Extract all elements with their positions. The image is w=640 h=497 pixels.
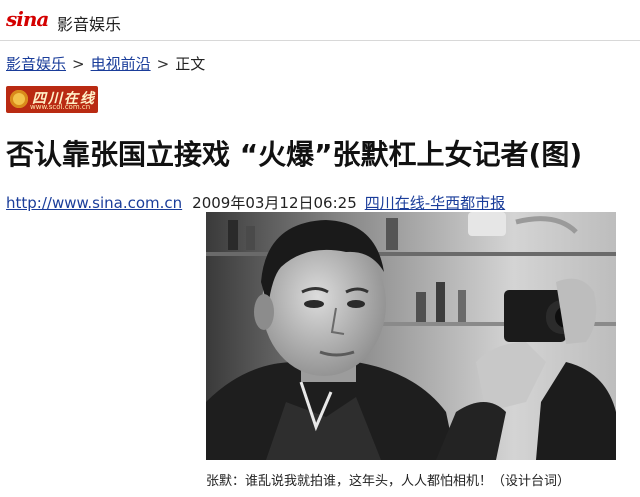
breadcrumb-link-tv[interactable]: 电视前沿 <box>91 55 151 73</box>
source-name-link[interactable]: 四川在线-华西都市报 <box>365 194 505 212</box>
breadcrumb-separator: > <box>156 55 170 73</box>
article-photo <box>206 212 616 460</box>
channel-title[interactable]: 影音娱乐 <box>57 11 121 35</box>
breadcrumb-current: 正文 <box>175 55 206 73</box>
photo-illustration <box>206 212 616 460</box>
sina-logo[interactable]: sina <box>6 7 49 31</box>
site-header: sina 影音娱乐 <box>0 0 640 44</box>
photo-caption: 张默：谁乱说我就拍谁，这年头，人人都怕相机！（设计台词） <box>206 474 571 489</box>
scol-logo-url: www.scol.com.cn <box>30 103 91 111</box>
breadcrumb: 影音娱乐 > 电视前沿 > 正文 <box>6 53 205 74</box>
breadcrumb-separator: > <box>72 55 85 73</box>
article-headline: 否认靠张国立接戏 “火爆”张默杠上女记者(图) <box>6 138 583 171</box>
article-meta: http://www.sina.com.cn 2009年03月12日06:25 四川… <box>6 192 505 213</box>
header-divider <box>0 40 640 41</box>
source-url-link[interactable]: http://www.sina.com.cn <box>6 194 182 212</box>
scol-emblem-icon <box>10 90 28 108</box>
scol-logo[interactable]: 四川在线 www.scol.com.cn <box>6 86 98 113</box>
breadcrumb-link-entertainment[interactable]: 影音娱乐 <box>6 55 66 73</box>
publish-datetime: 2009年03月12日06:25 <box>192 194 357 212</box>
